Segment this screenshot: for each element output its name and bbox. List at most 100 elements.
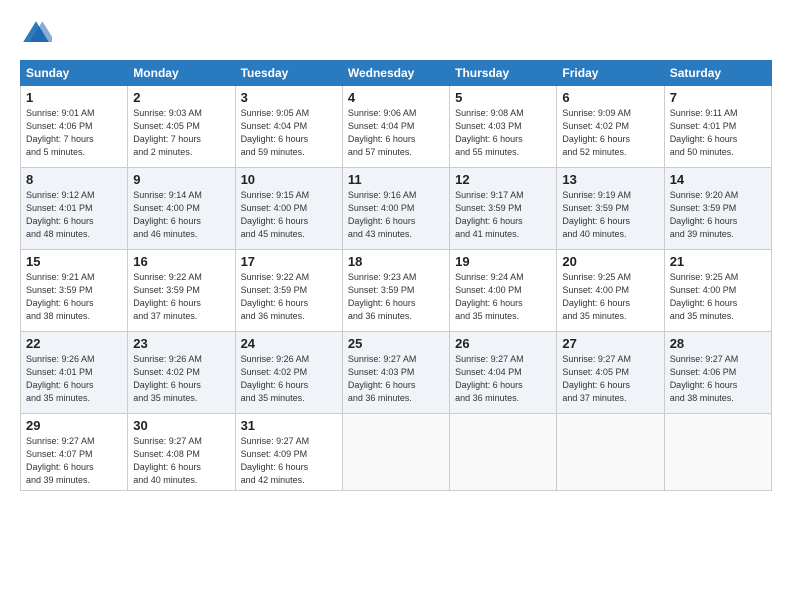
day-number: 14 (670, 172, 766, 187)
day-number: 2 (133, 90, 229, 105)
calendar-cell: 10Sunrise: 9:15 AM Sunset: 4:00 PM Dayli… (235, 168, 342, 250)
calendar-cell: 19 Sunrise: 9:24 AM Sunset: 4:00 PM Dayli… (450, 250, 557, 332)
day-info: Sunrise: 9:11 AM Sunset: 4:01 PM Dayligh… (670, 107, 766, 159)
week-row-5: 29 Sunrise: 9:27 AM Sunset: 4:07 PM Dayli… (21, 414, 772, 491)
day-info: Sunrise: 9:15 AM Sunset: 4:00 PM Dayligh… (241, 189, 337, 241)
week-row-1: 1 Sunrise: 9:01 AM Sunset: 4:06 PM Daylig… (21, 86, 772, 168)
calendar-cell: 31 Sunrise: 9:27 AM Sunset: 4:09 PM Dayli… (235, 414, 342, 491)
day-info: Sunrise: 9:25 AM Sunset: 4:00 PM Dayligh… (562, 271, 658, 323)
day-number: 19 (455, 254, 551, 269)
calendar-cell: 13Sunrise: 9:19 AM Sunset: 3:59 PM Dayli… (557, 168, 664, 250)
day-info: Sunrise: 9:12 AM Sunset: 4:01 PM Dayligh… (26, 189, 122, 241)
week-row-2: 8Sunrise: 9:12 AM Sunset: 4:01 PM Daylig… (21, 168, 772, 250)
day-number: 23 (133, 336, 229, 351)
calendar-cell: 18Sunrise: 9:23 AM Sunset: 3:59 PM Dayli… (342, 250, 449, 332)
day-number: 20 (562, 254, 658, 269)
header (20, 18, 772, 50)
day-info: Sunrise: 9:17 AM Sunset: 3:59 PM Dayligh… (455, 189, 551, 241)
day-number: 17 (241, 254, 337, 269)
calendar-cell: 22Sunrise: 9:26 AM Sunset: 4:01 PM Dayli… (21, 332, 128, 414)
day-number: 15 (26, 254, 122, 269)
day-number: 29 (26, 418, 122, 433)
day-info: Sunrise: 9:22 AM Sunset: 3:59 PM Dayligh… (133, 271, 229, 323)
weekday-header-monday: Monday (128, 61, 235, 86)
day-number: 7 (670, 90, 766, 105)
day-number: 18 (348, 254, 444, 269)
day-info: Sunrise: 9:27 AM Sunset: 4:09 PM Dayligh… (241, 435, 337, 487)
calendar-cell (342, 414, 449, 491)
calendar-cell: 14 Sunrise: 9:20 AM Sunset: 3:59 PM Dayli… (664, 168, 771, 250)
weekday-header-wednesday: Wednesday (342, 61, 449, 86)
day-number: 16 (133, 254, 229, 269)
day-number: 1 (26, 90, 122, 105)
calendar-cell: 21 Sunrise: 9:25 AM Sunset: 4:00 PM Dayli… (664, 250, 771, 332)
calendar-cell (557, 414, 664, 491)
calendar-cell: 29 Sunrise: 9:27 AM Sunset: 4:07 PM Dayli… (21, 414, 128, 491)
day-info: Sunrise: 9:26 AM Sunset: 4:02 PM Dayligh… (241, 353, 337, 405)
calendar-cell: 11Sunrise: 9:16 AM Sunset: 4:00 PM Dayli… (342, 168, 449, 250)
day-info: Sunrise: 9:06 AM Sunset: 4:04 PM Dayligh… (348, 107, 444, 159)
day-number: 24 (241, 336, 337, 351)
calendar-cell (664, 414, 771, 491)
calendar-cell: 2 Sunrise: 9:03 AM Sunset: 4:05 PM Daylig… (128, 86, 235, 168)
day-info: Sunrise: 9:27 AM Sunset: 4:03 PM Dayligh… (348, 353, 444, 405)
day-number: 13 (562, 172, 658, 187)
day-number: 22 (26, 336, 122, 351)
week-row-4: 22Sunrise: 9:26 AM Sunset: 4:01 PM Dayli… (21, 332, 772, 414)
day-info: Sunrise: 9:27 AM Sunset: 4:06 PM Dayligh… (670, 353, 766, 405)
calendar-cell: 7 Sunrise: 9:11 AM Sunset: 4:01 PM Daylig… (664, 86, 771, 168)
page: SundayMondayTuesdayWednesdayThursdayFrid… (0, 0, 792, 612)
day-info: Sunrise: 9:05 AM Sunset: 4:04 PM Dayligh… (241, 107, 337, 159)
calendar-cell: 12Sunrise: 9:17 AM Sunset: 3:59 PM Dayli… (450, 168, 557, 250)
calendar-table: SundayMondayTuesdayWednesdayThursdayFrid… (20, 60, 772, 491)
week-row-3: 15 Sunrise: 9:21 AM Sunset: 3:59 PM Dayli… (21, 250, 772, 332)
day-info: Sunrise: 9:20 AM Sunset: 3:59 PM Dayligh… (670, 189, 766, 241)
weekday-header-thursday: Thursday (450, 61, 557, 86)
day-number: 3 (241, 90, 337, 105)
day-info: Sunrise: 9:26 AM Sunset: 4:02 PM Dayligh… (133, 353, 229, 405)
weekday-header-tuesday: Tuesday (235, 61, 342, 86)
calendar-cell: 30 Sunrise: 9:27 AM Sunset: 4:08 PM Dayli… (128, 414, 235, 491)
day-number: 28 (670, 336, 766, 351)
weekday-header-sunday: Sunday (21, 61, 128, 86)
day-number: 26 (455, 336, 551, 351)
day-info: Sunrise: 9:24 AM Sunset: 4:00 PM Dayligh… (455, 271, 551, 323)
weekday-header-row: SundayMondayTuesdayWednesdayThursdayFrid… (21, 61, 772, 86)
calendar-cell: 16 Sunrise: 9:22 AM Sunset: 3:59 PM Dayli… (128, 250, 235, 332)
logo-icon (20, 18, 52, 50)
calendar-cell: 23 Sunrise: 9:26 AM Sunset: 4:02 PM Dayli… (128, 332, 235, 414)
day-info: Sunrise: 9:27 AM Sunset: 4:07 PM Dayligh… (26, 435, 122, 487)
day-info: Sunrise: 9:01 AM Sunset: 4:06 PM Dayligh… (26, 107, 122, 159)
calendar-cell: 26 Sunrise: 9:27 AM Sunset: 4:04 PM Dayli… (450, 332, 557, 414)
day-info: Sunrise: 9:08 AM Sunset: 4:03 PM Dayligh… (455, 107, 551, 159)
calendar-cell: 25Sunrise: 9:27 AM Sunset: 4:03 PM Dayli… (342, 332, 449, 414)
calendar-cell: 27Sunrise: 9:27 AM Sunset: 4:05 PM Dayli… (557, 332, 664, 414)
day-info: Sunrise: 9:27 AM Sunset: 4:08 PM Dayligh… (133, 435, 229, 487)
calendar-cell: 6 Sunrise: 9:09 AM Sunset: 4:02 PM Daylig… (557, 86, 664, 168)
calendar-cell: 8Sunrise: 9:12 AM Sunset: 4:01 PM Daylig… (21, 168, 128, 250)
day-info: Sunrise: 9:14 AM Sunset: 4:00 PM Dayligh… (133, 189, 229, 241)
day-number: 30 (133, 418, 229, 433)
day-number: 11 (348, 172, 444, 187)
day-number: 6 (562, 90, 658, 105)
calendar-cell: 1 Sunrise: 9:01 AM Sunset: 4:06 PM Daylig… (21, 86, 128, 168)
day-number: 31 (241, 418, 337, 433)
calendar-cell: 4Sunrise: 9:06 AM Sunset: 4:04 PM Daylig… (342, 86, 449, 168)
calendar-cell: 9 Sunrise: 9:14 AM Sunset: 4:00 PM Daylig… (128, 168, 235, 250)
calendar-cell: 28 Sunrise: 9:27 AM Sunset: 4:06 PM Dayli… (664, 332, 771, 414)
day-info: Sunrise: 9:03 AM Sunset: 4:05 PM Dayligh… (133, 107, 229, 159)
day-info: Sunrise: 9:21 AM Sunset: 3:59 PM Dayligh… (26, 271, 122, 323)
calendar-cell: 24 Sunrise: 9:26 AM Sunset: 4:02 PM Dayli… (235, 332, 342, 414)
day-number: 9 (133, 172, 229, 187)
day-info: Sunrise: 9:09 AM Sunset: 4:02 PM Dayligh… (562, 107, 658, 159)
calendar-cell: 17 Sunrise: 9:22 AM Sunset: 3:59 PM Dayli… (235, 250, 342, 332)
calendar-cell: 20 Sunrise: 9:25 AM Sunset: 4:00 PM Dayli… (557, 250, 664, 332)
calendar-cell: 15 Sunrise: 9:21 AM Sunset: 3:59 PM Dayli… (21, 250, 128, 332)
day-info: Sunrise: 9:27 AM Sunset: 4:04 PM Dayligh… (455, 353, 551, 405)
day-info: Sunrise: 9:22 AM Sunset: 3:59 PM Dayligh… (241, 271, 337, 323)
day-number: 27 (562, 336, 658, 351)
logo (20, 18, 56, 50)
weekday-header-friday: Friday (557, 61, 664, 86)
day-number: 21 (670, 254, 766, 269)
day-info: Sunrise: 9:25 AM Sunset: 4:00 PM Dayligh… (670, 271, 766, 323)
